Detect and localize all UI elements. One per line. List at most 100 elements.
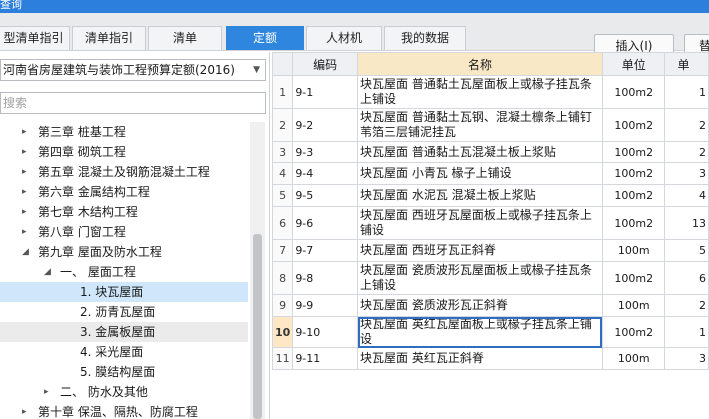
row-code[interactable]: 9-6 [292, 206, 359, 240]
row-name[interactable]: 块瓦屋面 瓷质波形瓦屋面板上或椽子挂瓦条上铺设 [357, 261, 603, 295]
expand-icon[interactable]: ▸ [22, 122, 27, 142]
column-header-name[interactable]: 名称 [357, 52, 603, 76]
tree-node-waterproofing[interactable]: ▸ 二、 防水及其他 [0, 382, 248, 402]
row-unit[interactable]: 100m2 [601, 206, 666, 240]
row-unit[interactable]: 100m [601, 239, 666, 262]
row-code[interactable]: 9-4 [292, 162, 359, 185]
table-row[interactable]: 1 9-1 块瓦屋面 普通黏土瓦屋面板上或椽子挂瓦条上铺设 100m2 1 [272, 75, 709, 109]
row-name[interactable]: 块瓦屋面 普通黏土瓦屋面板上或椽子挂瓦条上铺设 [357, 75, 603, 109]
row-name[interactable]: 块瓦屋面 瓷质波形瓦正斜脊 [357, 294, 603, 317]
column-header-price[interactable]: 单 [664, 52, 709, 76]
row-name[interactable]: 块瓦屋面 普通黏土瓦钢、混凝土檩条上铺钉苇箔三层铺泥挂瓦 [357, 108, 603, 142]
row-price[interactable]: 6 [664, 261, 709, 295]
expand-icon[interactable]: ▸ [22, 182, 27, 202]
table-row[interactable]: 7 9-7 块瓦屋面 西班牙瓦正斜脊 100m 5 [272, 239, 709, 262]
quota-grid: 编码 名称 单位 单 1 9-1 块瓦屋面 普通黏土瓦屋面板上或椽子挂瓦条上铺设… [272, 52, 709, 419]
expand-icon[interactable]: ▸ [44, 382, 49, 402]
tree-node-skylight-roof[interactable]: 4. 采光屋面 [0, 342, 248, 362]
row-unit[interactable]: 100m2 [601, 75, 666, 109]
row-unit[interactable]: 100m2 [601, 108, 666, 142]
table-row[interactable]: 9 9-9 块瓦屋面 瓷质波形瓦正斜脊 100m 2 [272, 294, 709, 317]
tree-node-label: 1. 块瓦屋面 [80, 285, 144, 299]
tab-bill-guide[interactable]: 清单指引 [72, 26, 146, 50]
tab-labor-material-machine[interactable]: 人材机 [306, 26, 382, 50]
search-input[interactable]: 搜索 [0, 92, 266, 114]
row-unit[interactable]: 100m2 [601, 141, 666, 163]
expand-icon[interactable]: ▸ [22, 202, 27, 222]
row-unit[interactable]: 100m2 [601, 261, 666, 295]
tree-node-chapter-10[interactable]: ▸ 第十章 保温、隔热、防腐工程 [0, 402, 248, 419]
tab-bill[interactable]: 清单 [148, 26, 222, 50]
tree-node-membrane-roof[interactable]: 5. 膜结构屋面 [0, 362, 248, 382]
row-price[interactable]: 3 [664, 347, 709, 370]
tree-node-chapter-8[interactable]: ▸ 第八章 门窗工程 [0, 222, 248, 242]
tree-scrollbar[interactable] [250, 122, 265, 419]
row-code[interactable]: 9-5 [292, 184, 359, 207]
collapse-icon[interactable]: ◢ [22, 242, 29, 262]
row-unit[interactable]: 100m [601, 347, 666, 370]
row-index: 7 [272, 239, 294, 262]
tree-node-block-tile-roof[interactable]: 1. 块瓦屋面 [0, 282, 248, 302]
tab-quota[interactable]: 定额 [226, 26, 304, 50]
row-unit[interactable]: 100m [601, 294, 666, 317]
row-price[interactable]: 2 [664, 294, 709, 317]
row-unit[interactable]: 100m2 [601, 162, 666, 185]
row-price[interactable]: 1 [664, 75, 709, 109]
table-row[interactable]: 2 9-2 块瓦屋面 普通黏土瓦钢、混凝土檩条上铺钉苇箔三层铺泥挂瓦 100m2… [272, 108, 709, 142]
column-header-unit[interactable]: 单位 [601, 52, 666, 76]
tab-my-data[interactable]: 我的数据 [384, 26, 466, 50]
row-name[interactable]: 块瓦屋面 水泥瓦 混凝土板上浆贴 [357, 184, 603, 207]
row-name[interactable]: 块瓦屋面 小青瓦 椽子上铺设 [357, 162, 603, 185]
scrollbar-thumb[interactable] [253, 234, 262, 419]
row-unit[interactable]: 100m2 [601, 184, 666, 207]
row-price[interactable]: 4 [664, 184, 709, 207]
row-price[interactable]: 2 [664, 108, 709, 142]
tree-node-chapter-7[interactable]: ▸ 第七章 木结构工程 [0, 202, 248, 222]
tree-node-chapter-5[interactable]: ▸ 第五章 混凝土及钢筋混凝土工程 [0, 162, 248, 182]
table-row[interactable]: 4 9-4 块瓦屋面 小青瓦 椽子上铺设 100m2 3 [272, 162, 709, 185]
row-price[interactable]: 1 [664, 316, 709, 348]
table-row[interactable]: 5 9-5 块瓦屋面 水泥瓦 混凝土板上浆贴 100m2 4 [272, 184, 709, 207]
table-row[interactable]: 6 9-6 块瓦屋面 西班牙瓦屋面板上或椽子挂瓦条上铺设 100m2 13 [272, 206, 709, 240]
table-row[interactable]: 3 9-3 块瓦屋面 普通黏土瓦混凝土板上浆贴 100m2 2 [272, 141, 709, 163]
row-name[interactable]: 块瓦屋面 英红瓦正斜脊 [357, 347, 603, 370]
row-price[interactable]: 5 [664, 239, 709, 262]
window-title: 查询 [0, 0, 22, 11]
tree-node-label: 第十章 保温、隔热、防腐工程 [38, 405, 198, 419]
column-header-code[interactable]: 编码 [292, 52, 359, 76]
expand-icon[interactable]: ▸ [22, 222, 27, 242]
row-unit[interactable]: 100m2 [601, 316, 666, 348]
quota-library-select[interactable]: 河南省房屋建筑与装饰工程预算定额(2016) ▼ [0, 59, 266, 81]
row-code[interactable]: 9-11 [292, 347, 359, 370]
collapse-icon[interactable]: ◢ [44, 262, 51, 282]
row-code[interactable]: 9-7 [292, 239, 359, 262]
table-row-current[interactable]: 10 9-10 块瓦屋面 英红瓦屋面板上或椽子挂瓦条上铺设 100m2 1 [272, 316, 709, 348]
expand-icon[interactable]: ▸ [22, 142, 27, 162]
chevron-down-icon[interactable]: ▼ [253, 60, 260, 80]
table-row[interactable]: 8 9-8 块瓦屋面 瓷质波形瓦屋面板上或椽子挂瓦条上铺设 100m2 6 [272, 261, 709, 295]
tree-node-chapter-4[interactable]: ▸ 第四章 砌筑工程 [0, 142, 248, 162]
row-code[interactable]: 9-10 [292, 316, 359, 348]
tree-node-metal-sheet-roof[interactable]: 3. 金属板屋面 [0, 322, 248, 342]
row-name[interactable]: 块瓦屋面 西班牙瓦屋面板上或椽子挂瓦条上铺设 [357, 206, 603, 240]
row-code[interactable]: 9-1 [292, 75, 359, 109]
tree-node-chapter-9[interactable]: ◢ 第九章 屋面及防水工程 [0, 242, 248, 262]
row-code[interactable]: 9-9 [292, 294, 359, 317]
tree-node-asphalt-tile-roof[interactable]: 2. 沥青瓦屋面 [0, 302, 248, 322]
tree-node-chapter-6[interactable]: ▸ 第六章 金属结构工程 [0, 182, 248, 202]
row-price[interactable]: 3 [664, 162, 709, 185]
row-price[interactable]: 13 [664, 206, 709, 240]
row-code[interactable]: 9-3 [292, 141, 359, 163]
row-name[interactable]: 块瓦屋面 普通黏土瓦混凝土板上浆贴 [357, 141, 603, 163]
expand-icon[interactable]: ▸ [22, 402, 27, 419]
expand-icon[interactable]: ▸ [22, 162, 27, 182]
table-row[interactable]: 11 9-11 块瓦屋面 英红瓦正斜脊 100m 3 [272, 347, 709, 370]
row-price[interactable]: 2 [664, 141, 709, 163]
row-name[interactable]: 块瓦屋面 英红瓦屋面板上或椽子挂瓦条上铺设 [357, 316, 603, 348]
tab-model-bill-guide[interactable]: 型清单指引 [0, 26, 70, 50]
tree-node-chapter-3[interactable]: ▸ 第三章 桩基工程 [0, 122, 248, 142]
row-code[interactable]: 9-8 [292, 261, 359, 295]
row-name[interactable]: 块瓦屋面 西班牙瓦正斜脊 [357, 239, 603, 262]
row-code[interactable]: 9-2 [292, 108, 359, 142]
tree-node-roof-works[interactable]: ◢ 一、 屋面工程 [0, 262, 248, 282]
